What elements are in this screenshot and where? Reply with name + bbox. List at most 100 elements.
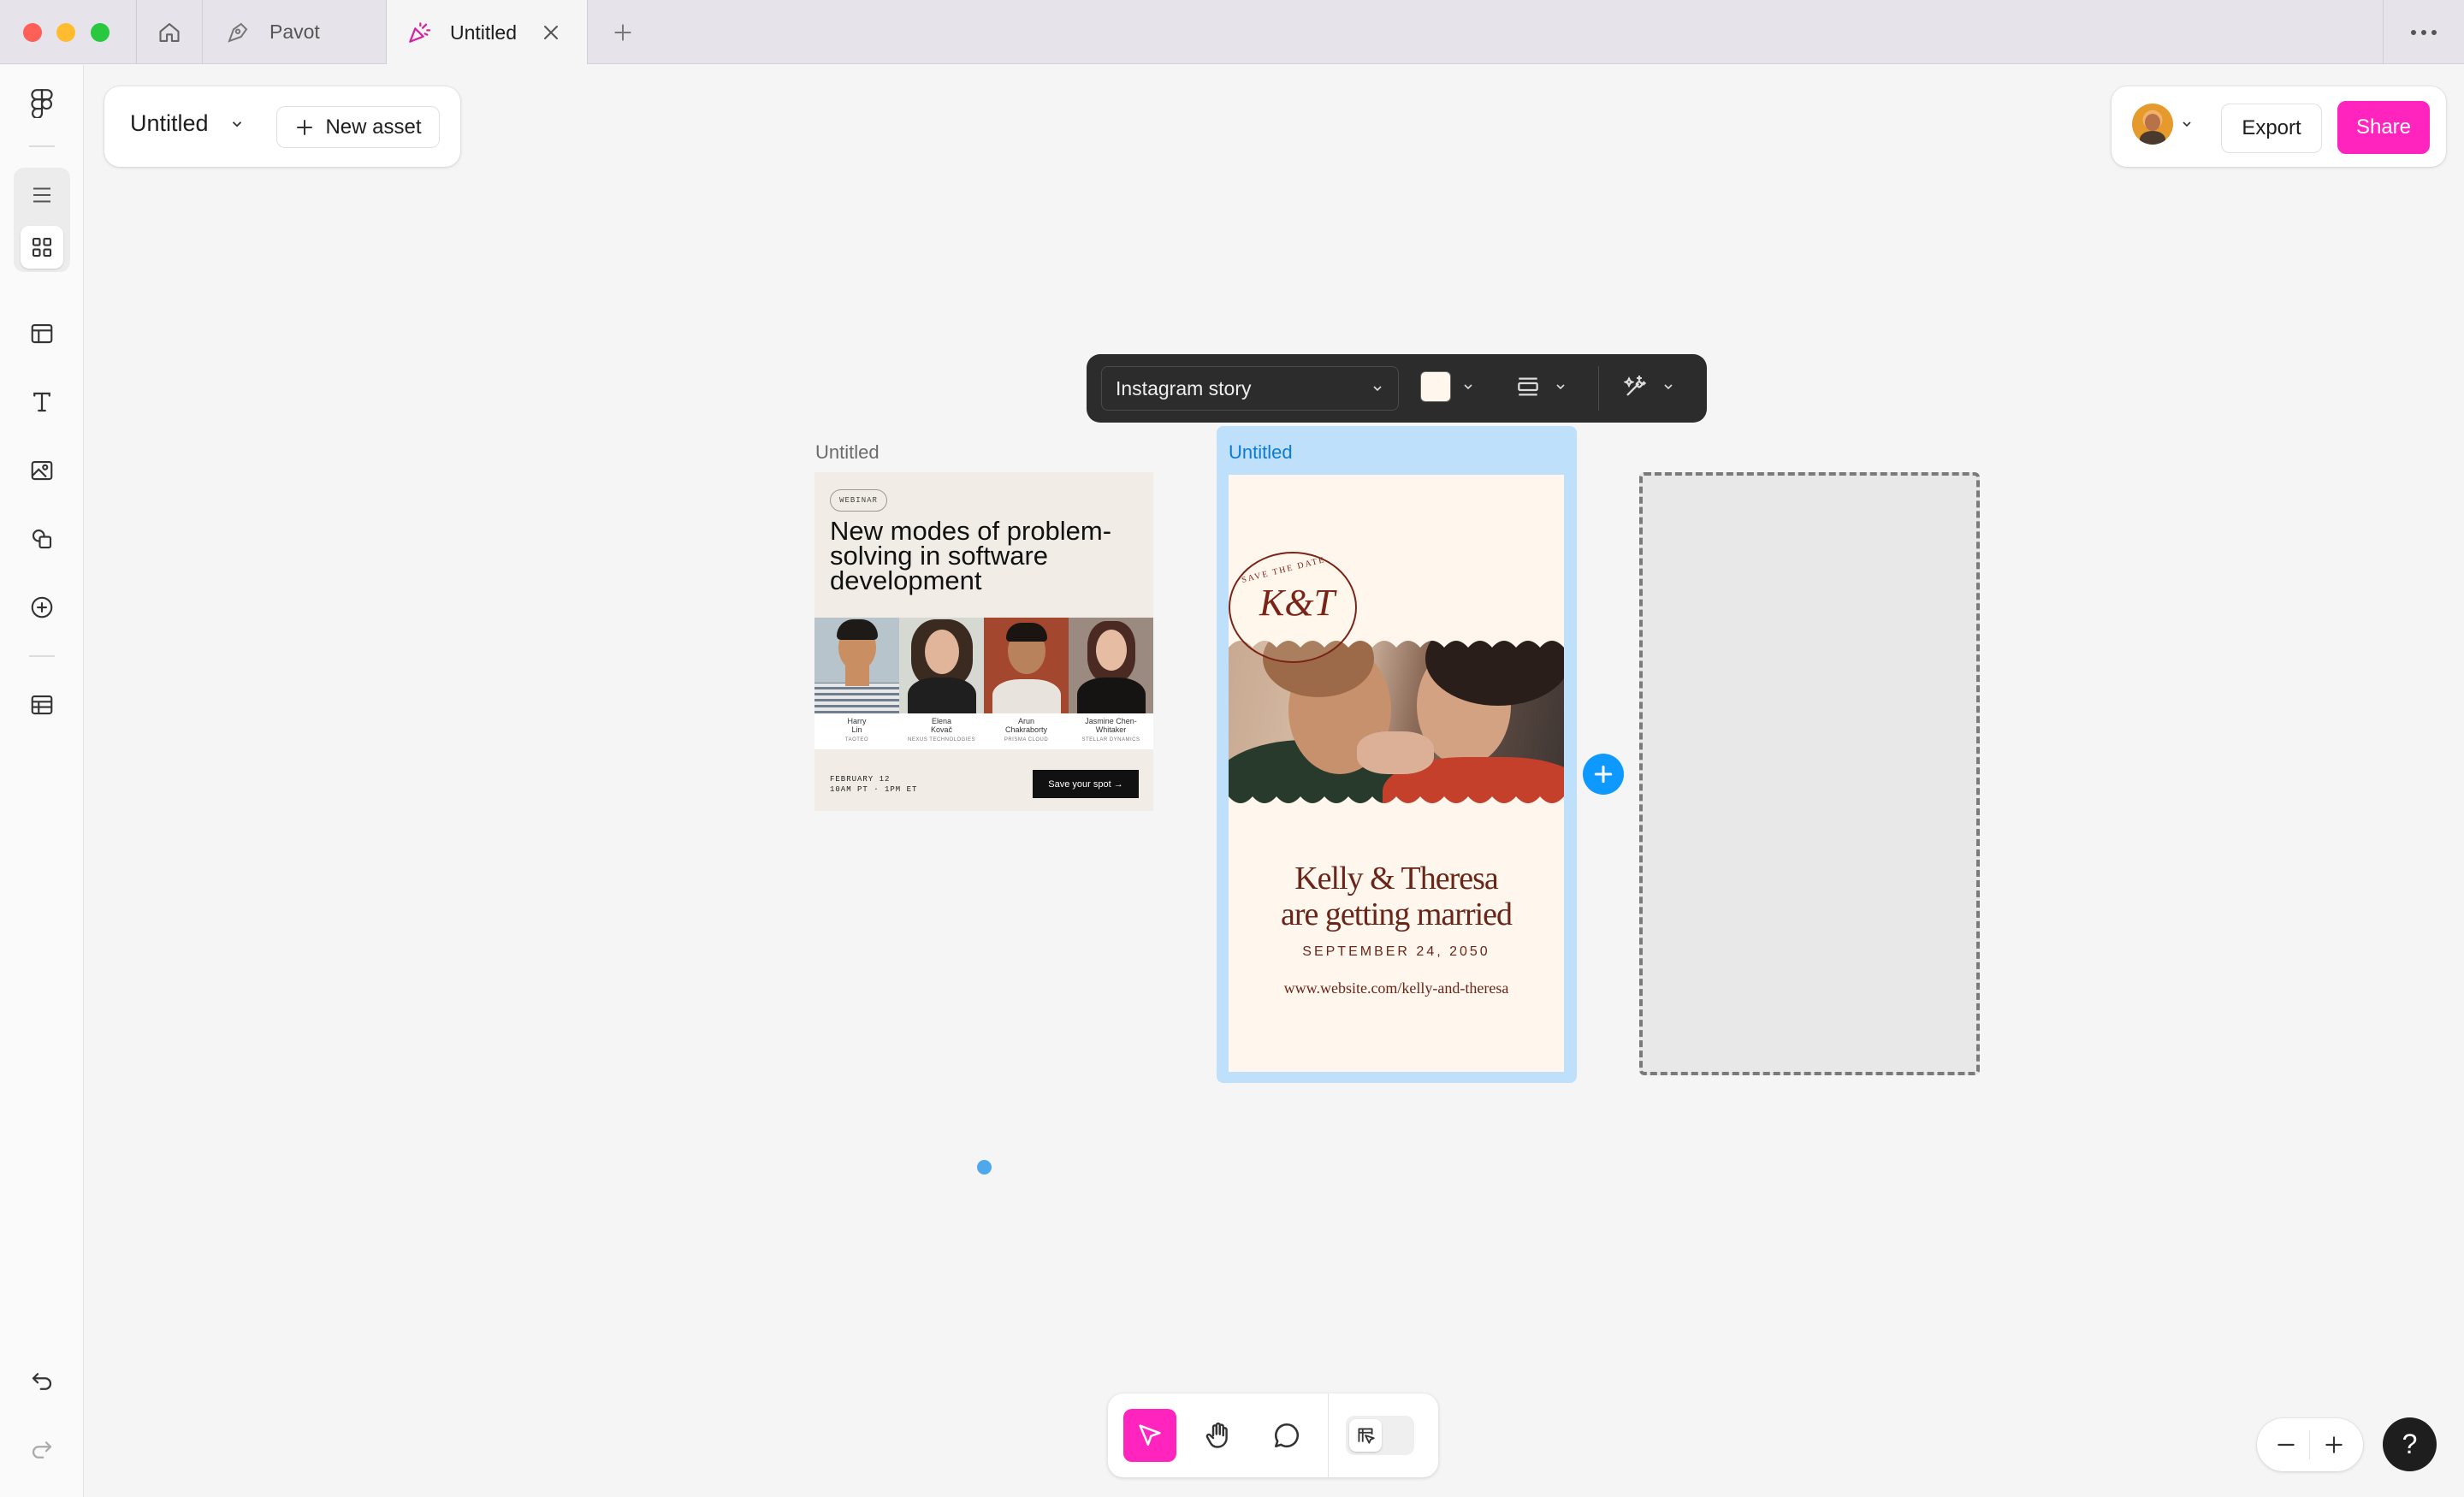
text-icon — [33, 392, 50, 412]
template-tool-button[interactable] — [21, 312, 63, 355]
tab-untitled[interactable]: Untitled — [387, 0, 587, 65]
table-icon — [31, 695, 53, 715]
frame-format-toolbar: Instagram story — [1087, 354, 1707, 423]
redo-icon — [32, 1441, 52, 1459]
new-tab-button[interactable] — [599, 0, 647, 64]
file-title-menu[interactable]: Untitled — [130, 110, 245, 137]
zoom-controls — [2257, 1418, 2363, 1471]
align-layout-icon — [1518, 377, 1538, 396]
chevron-down-icon — [1373, 386, 1382, 392]
design-file-icon — [228, 22, 248, 43]
zoom-in-button[interactable] — [2317, 1429, 2351, 1461]
scallop-edge — [1229, 796, 1564, 822]
wedding-story-frame[interactable]: SAVE THE DATE K&T Kelly & Theresa are ge… — [1229, 475, 1564, 1072]
new-asset-label: New asset — [325, 115, 422, 139]
hand-tool-button[interactable] — [1192, 1409, 1245, 1462]
speaker-name: Jasmine Chen-Whitaker — [1085, 717, 1137, 734]
hand-icon — [1205, 1422, 1228, 1448]
home-tab[interactable] — [137, 0, 202, 64]
main-menu-button[interactable] — [21, 82, 63, 125]
monogram: K&T — [1259, 582, 1336, 624]
add-frame-button[interactable] — [1583, 754, 1624, 795]
close-icon[interactable] — [541, 22, 561, 43]
frame-label[interactable]: Untitled — [1229, 441, 1293, 464]
zoom-out-button[interactable] — [2269, 1429, 2303, 1461]
more-menu-button[interactable] — [2384, 0, 2464, 64]
layers-view-button[interactable] — [21, 174, 63, 216]
inspect-icon — [1358, 1428, 1375, 1444]
webinar-title: New modes of problem-solving in software… — [830, 516, 1112, 595]
plus-icon — [2325, 1436, 2343, 1453]
chevron-down-icon — [1556, 384, 1565, 390]
close-window-button[interactable] — [23, 23, 42, 42]
minimize-window-button[interactable] — [56, 23, 75, 42]
wedding-date: SEPTEMBER 24, 2050 — [1302, 944, 1490, 959]
text-tool-button[interactable] — [21, 381, 63, 423]
toolbar-divider — [1328, 1393, 1329, 1477]
figma-logo-icon — [31, 89, 53, 118]
comment-tool-button[interactable] — [1260, 1409, 1313, 1462]
speaker-photo — [984, 618, 1069, 713]
fill-swatch — [1420, 371, 1451, 402]
tab-pavot[interactable]: Pavot — [203, 0, 386, 64]
fill-color-picker[interactable] — [1420, 371, 1475, 402]
comment-icon — [1274, 1423, 1300, 1448]
home-icon — [159, 22, 180, 42]
bottom-toolbar — [1108, 1393, 1438, 1477]
chevron-down-icon — [2183, 121, 2191, 127]
webinar-badge: WEBINAR — [830, 489, 887, 512]
shape-tool-button[interactable] — [21, 518, 63, 560]
empty-frame-placeholder[interactable] — [1639, 472, 1980, 1075]
chevron-down-icon — [1464, 384, 1472, 390]
speaker-photo — [899, 618, 984, 713]
speaker-photo — [1069, 618, 1153, 713]
frame-label[interactable]: Untitled — [815, 441, 880, 464]
table-tool-button[interactable] — [21, 683, 63, 726]
zoom-divider — [2309, 1430, 2310, 1459]
plus-circle-icon — [31, 596, 53, 618]
plus-icon — [1594, 765, 1613, 784]
maximize-window-button[interactable] — [91, 23, 110, 42]
add-element-button[interactable] — [21, 586, 63, 629]
webinar-frame[interactable]: WEBINAR New modes of problem-solving in … — [814, 472, 1153, 811]
new-asset-button[interactable]: New asset — [276, 106, 440, 148]
speaker-company: PRISMA CLOUD — [1004, 737, 1049, 743]
toolbar-divider — [1598, 366, 1599, 411]
export-label: Export — [2242, 116, 2301, 139]
webinar-cta-button: Save your spot → — [1033, 770, 1139, 798]
chevron-down-icon — [1664, 384, 1673, 390]
wedding-url: www.website.com/kelly-and-theresa — [1283, 979, 1509, 997]
redo-button[interactable] — [21, 1429, 63, 1471]
speaker-company: STELLAR DYNAMICS — [1081, 737, 1140, 743]
left-toolbar — [0, 65, 84, 1497]
undo-button[interactable] — [21, 1360, 63, 1403]
share-button[interactable]: Share — [2337, 101, 2430, 154]
layout-icon — [31, 323, 53, 344]
wedding-headline-line2: are getting married — [1280, 896, 1513, 932]
share-label: Share — [2355, 115, 2412, 139]
webinar-date: FEBRUARY 12 — [830, 775, 891, 784]
image-tool-button[interactable] — [21, 449, 63, 492]
cursor-icon — [1139, 1424, 1161, 1446]
user-menu[interactable] — [2132, 104, 2194, 145]
image-icon — [31, 460, 53, 481]
undo-icon — [32, 1373, 52, 1390]
more-icon — [2411, 29, 2437, 35]
effects-menu[interactable] — [1622, 373, 1675, 400]
avatar — [2132, 104, 2173, 145]
dev-mode-toggle[interactable] — [1346, 1416, 1414, 1455]
magic-wand-icon — [1623, 375, 1646, 396]
export-button[interactable]: Export — [2221, 104, 2322, 153]
window-titlebar: Pavot Untitled — [0, 0, 2464, 65]
chevron-down-icon — [232, 121, 241, 127]
layout-menu[interactable] — [1514, 373, 1567, 400]
grid-view-button[interactable] — [21, 226, 63, 269]
file-title: Untitled — [130, 110, 209, 136]
question-mark-icon: ? — [2402, 1429, 2418, 1459]
select-tool-button[interactable] — [1123, 1409, 1176, 1462]
help-button[interactable]: ? — [2383, 1417, 2437, 1471]
plus-icon — [614, 23, 631, 41]
format-select[interactable]: Instagram story — [1101, 366, 1399, 411]
wedding-headline-line1: Kelly & Theresa — [1294, 861, 1499, 896]
speaker-company: NEXUS TECHNOLOGIES — [908, 737, 975, 743]
